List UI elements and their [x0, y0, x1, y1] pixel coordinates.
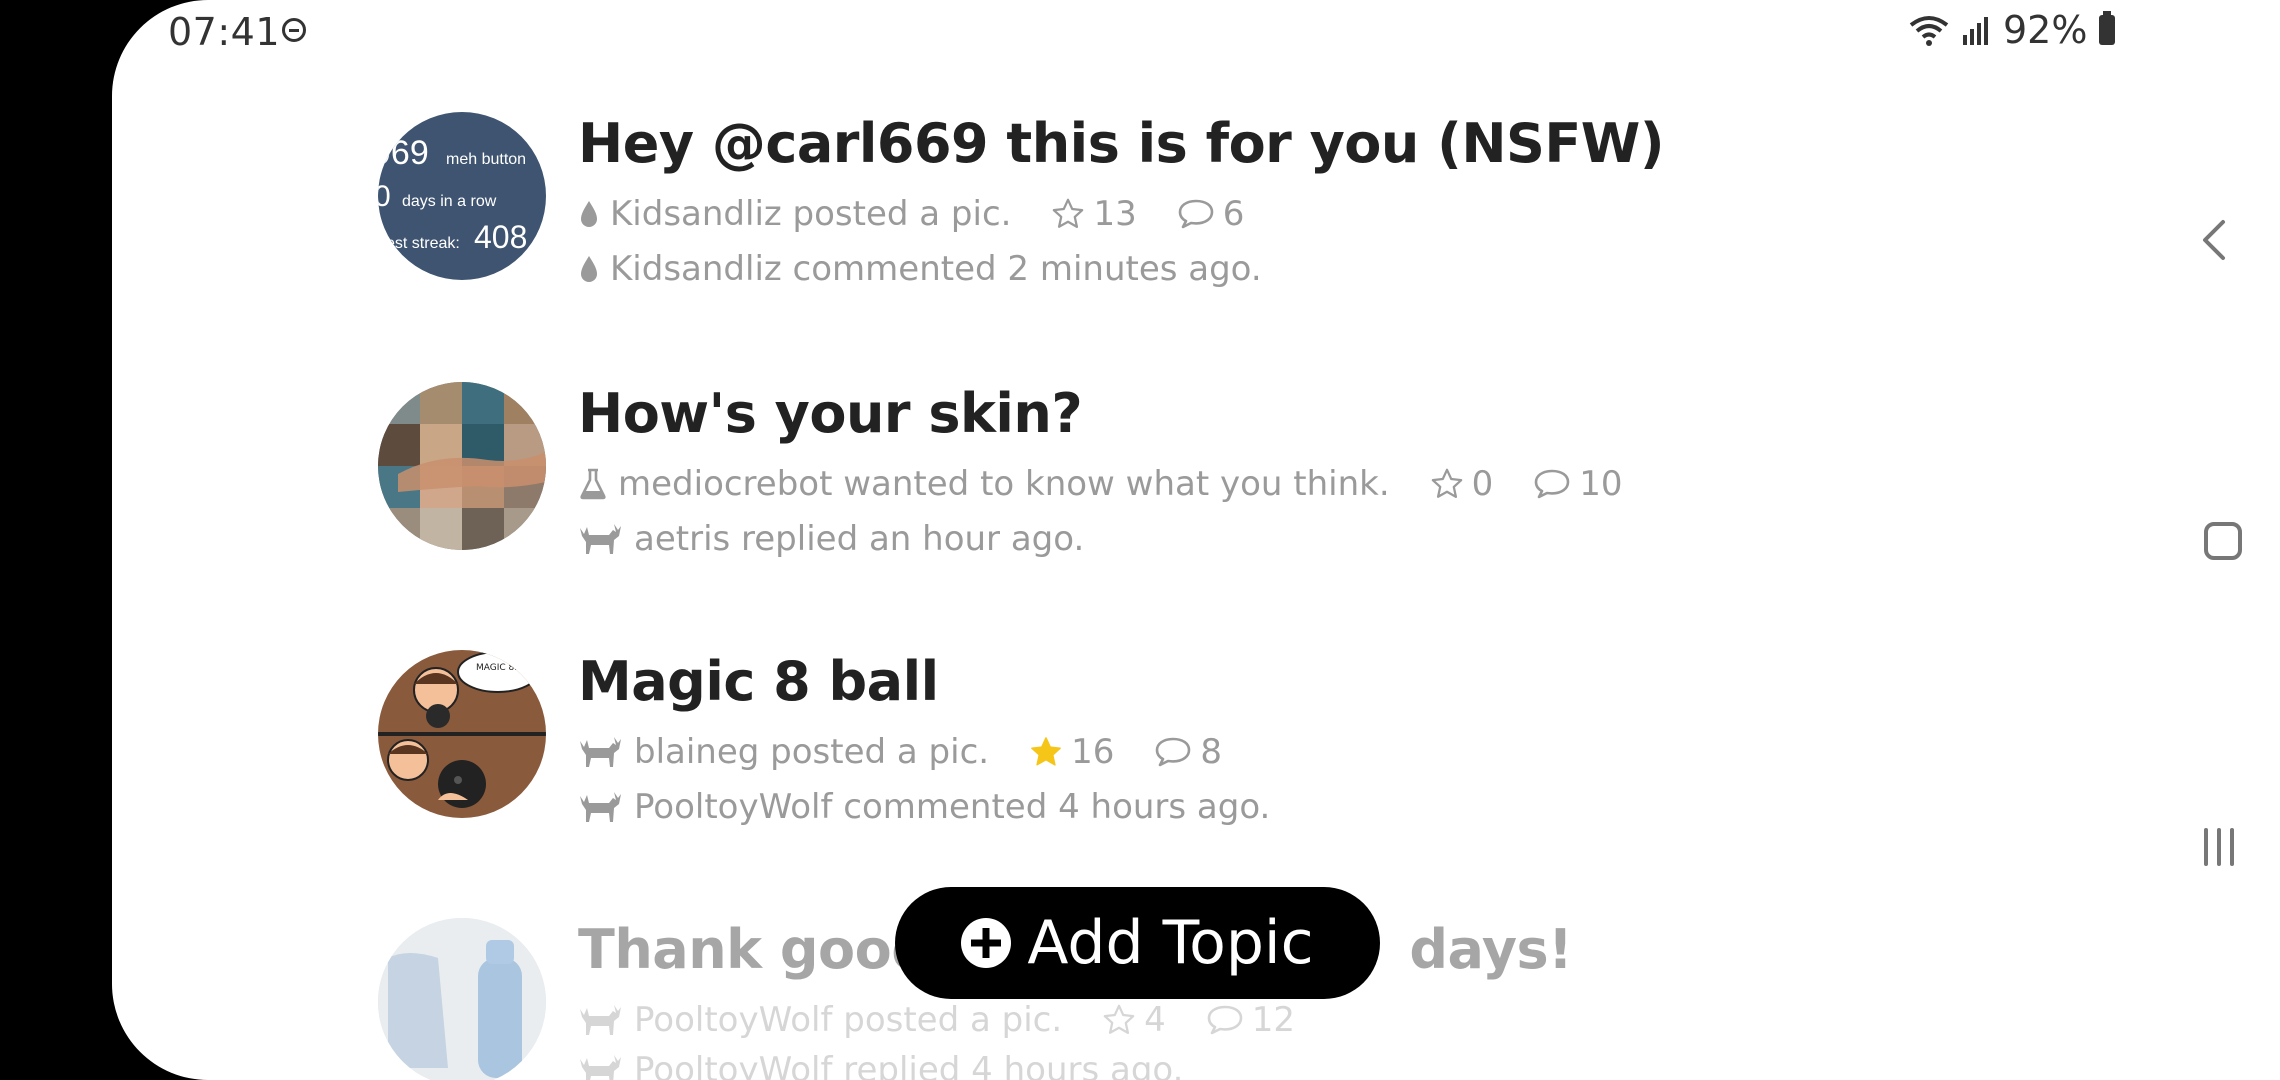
drop-icon	[578, 254, 600, 284]
comment-count-value: 12	[1251, 1000, 1296, 1040]
comment-icon	[1177, 198, 1215, 230]
recent-bar-icon	[2230, 828, 2234, 866]
svg-text:MAGIC 8... AM I STUPID: MAGIC 8... AM I STUPID	[476, 663, 546, 673]
topic-meta: blaineg posted a pic. 16 8	[578, 730, 1222, 774]
bottle-photo-image	[378, 918, 546, 1080]
comment-count-value: 6	[1222, 194, 1245, 234]
comment-count[interactable]: 10	[1533, 464, 1623, 504]
svg-text:est streak:: est streak:	[386, 235, 460, 252]
signal-icon	[1963, 17, 1988, 45]
topic-poster: PooltoyWolf posted a pic.	[634, 1000, 1063, 1040]
star-count[interactable]: 0	[1430, 464, 1494, 504]
topic-thumbnail	[378, 918, 546, 1080]
topic-thumbnail: MAGIC 8... AM I STUPID	[378, 650, 546, 818]
topic-activity: PooltoyWolf replied 4 hours ago.	[578, 1048, 1183, 1080]
topic-poster: blaineg posted a pic.	[634, 732, 990, 772]
topic-activity: aetris replied an hour ago.	[578, 517, 1084, 561]
comment-icon	[1533, 468, 1571, 500]
star-count[interactable]: 4	[1102, 1000, 1166, 1040]
home-nav-button[interactable]	[2204, 522, 2242, 560]
battery-icon	[2099, 11, 2116, 45]
magic-8-ball-comic-image: MAGIC 8... AM I STUPID	[378, 650, 546, 818]
topic-title-right: days!	[1409, 918, 1573, 981]
add-topic-button[interactable]: Add Topic	[895, 887, 1380, 999]
topic-meta: PooltoyWolf posted a pic. 4 12	[578, 998, 1295, 1042]
svg-text:969: 969	[378, 134, 429, 172]
star-count-value: 4	[1144, 1000, 1166, 1040]
moose-icon	[578, 735, 624, 769]
star-count-value: 0	[1471, 464, 1494, 504]
topic-activity-text: PooltoyWolf commented 4 hours ago.	[634, 787, 1271, 827]
skin-collage-image	[378, 382, 546, 550]
app-screen: 07:41 92% 969 meh button 0 days in a row…	[112, 0, 2280, 1080]
topic-poster: mediocrebot wanted to know what you thin…	[618, 464, 1390, 504]
topic-title[interactable]: Hey @carl669 this is for you (NSFW)	[578, 112, 1665, 175]
topic-meta: Kidsandliz posted a pic. 13 6	[578, 192, 1244, 236]
back-nav-button[interactable]	[2199, 218, 2229, 266]
star-outline-icon	[1102, 1003, 1136, 1037]
comment-count-value: 10	[1579, 464, 1623, 504]
recent-bar-icon	[2204, 828, 2208, 866]
topic-row[interactable]: MAGIC 8... AM I STUPID Magic 8 ball blai…	[378, 650, 1878, 827]
star-outline-icon	[1051, 197, 1085, 231]
topic-activity-text: PooltoyWolf replied 4 hours ago.	[634, 1050, 1184, 1080]
comment-count[interactable]: 8	[1154, 732, 1222, 772]
add-topic-label: Add Topic	[1027, 908, 1314, 978]
star-filled-icon	[1029, 735, 1063, 769]
star-count[interactable]: 16	[1029, 732, 1114, 772]
status-icons: 92%	[1907, 8, 2116, 52]
topic-activity-text: Kidsandliz commented 2 minutes ago.	[610, 249, 1262, 289]
star-outline-icon	[1430, 467, 1464, 501]
topic-activity: Kidsandliz commented 2 minutes ago.	[578, 247, 1262, 291]
meh-stats-image: 969 meh button 0 days in a row est strea…	[378, 134, 527, 255]
battery-percent: 92%	[2003, 8, 2088, 52]
moose-icon	[578, 790, 624, 824]
star-count[interactable]: 13	[1051, 194, 1137, 234]
topic-meta: mediocrebot wanted to know what you thin…	[578, 462, 1623, 506]
comment-count-value: 8	[1200, 732, 1222, 772]
topic-poster: Kidsandliz posted a pic.	[610, 194, 1012, 234]
moose-icon	[578, 1053, 624, 1080]
svg-text:0: 0	[378, 180, 391, 213]
topic-row[interactable]: 969 meh button 0 days in a row est strea…	[378, 112, 1878, 289]
comment-count[interactable]: 6	[1177, 194, 1245, 234]
status-time: 07:41	[168, 10, 281, 54]
moose-icon	[578, 1003, 624, 1037]
topic-title-left: Thank good	[578, 918, 930, 981]
svg-text:meh button: meh button	[446, 151, 526, 168]
topic-title[interactable]: Magic 8 ball	[578, 650, 939, 713]
topic-activity-text: aetris replied an hour ago.	[634, 519, 1085, 559]
topic-thumbnail: 969 meh button 0 days in a row est strea…	[378, 112, 546, 280]
chevron-left-icon	[2203, 220, 2225, 260]
comment-icon	[1206, 1004, 1244, 1036]
recent-apps-nav-button[interactable]	[2204, 828, 2234, 866]
do-not-disturb-icon	[282, 18, 306, 42]
comment-count[interactable]: 12	[1206, 1000, 1295, 1040]
comment-icon	[1154, 736, 1192, 768]
topic-thumbnail	[378, 382, 546, 550]
wifi-icon	[1909, 16, 1949, 46]
moose-icon	[578, 522, 624, 556]
topic-activity: PooltoyWolf commented 4 hours ago.	[578, 785, 1270, 829]
plus-circle-icon	[961, 918, 1012, 968]
drop-icon	[578, 199, 600, 229]
svg-text:days in a row: days in a row	[402, 193, 497, 210]
star-count-value: 16	[1071, 732, 1115, 772]
recent-bar-icon	[2217, 828, 2221, 866]
star-count-value: 13	[1093, 194, 1137, 234]
topic-row[interactable]: How's your skin? mediocrebot wanted to k…	[378, 382, 1878, 559]
topic-title[interactable]: How's your skin?	[578, 382, 1083, 445]
svg-text:408: 408	[474, 219, 527, 255]
flask-icon	[578, 467, 608, 501]
